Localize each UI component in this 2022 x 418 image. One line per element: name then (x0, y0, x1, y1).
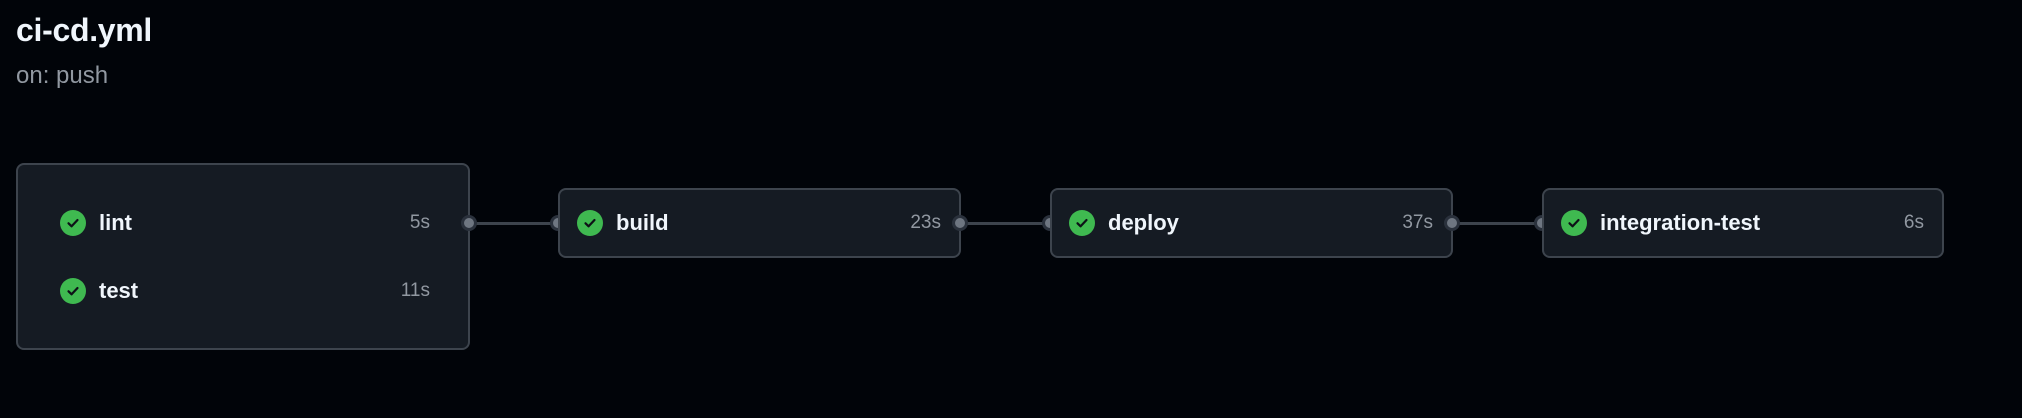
stage-card-lint-test (16, 163, 470, 350)
job-duration: 5s (409, 212, 430, 233)
job-build[interactable]: build 23s (577, 207, 941, 239)
check-circle-icon (60, 278, 86, 304)
job-deploy[interactable]: deploy 37s (1069, 207, 1433, 239)
job-name: build (616, 210, 669, 235)
job-test[interactable]: test 11s (60, 275, 430, 307)
workflow-page: ci-cd.yml on: push lint 5s test 11s buil… (0, 0, 2022, 418)
job-duration: 6s (1903, 212, 1924, 233)
job-integration-test[interactable]: integration-test 6s (1561, 207, 1924, 239)
job-name: deploy (1108, 210, 1179, 235)
connector-line (469, 221, 558, 225)
connector-dot-icon (1444, 215, 1460, 231)
connector-dot-icon (461, 215, 477, 231)
connector-line (960, 221, 1050, 225)
job-name: test (99, 278, 139, 303)
job-name: integration-test (1600, 210, 1761, 235)
workflow-graph: lint 5s test 11s build 23s deploy 37s in… (0, 0, 2022, 418)
check-circle-icon (1561, 210, 1587, 236)
job-duration: 37s (1402, 212, 1433, 233)
job-lint[interactable]: lint 5s (60, 207, 430, 239)
check-circle-icon (577, 210, 603, 236)
check-circle-icon (60, 210, 86, 236)
job-duration: 11s (400, 280, 430, 301)
job-name: lint (99, 210, 132, 235)
check-circle-icon (1069, 210, 1095, 236)
connector-line (1452, 221, 1542, 225)
connector-dot-icon (952, 215, 968, 231)
job-duration: 23s (910, 212, 941, 233)
